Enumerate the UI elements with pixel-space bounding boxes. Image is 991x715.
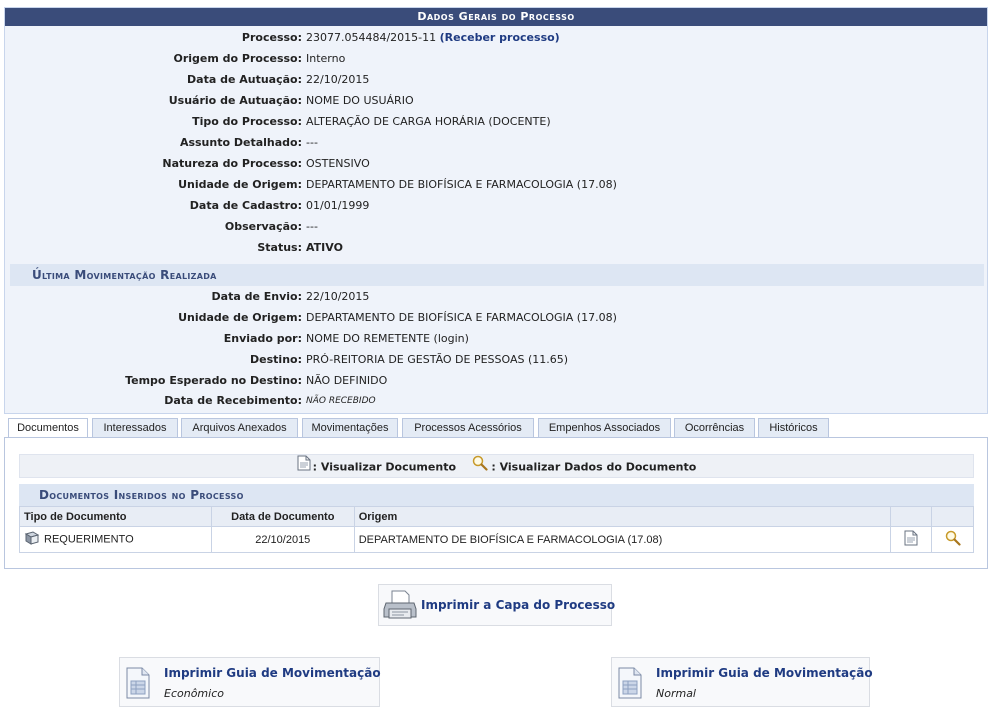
field-status: Status: ATIVO <box>5 238 987 258</box>
view-document-data-button[interactable] <box>931 526 974 553</box>
col-data-documento: Data de Documento <box>210 506 355 527</box>
document-icon <box>126 667 150 702</box>
field-value: DEPARTAMENTO DE BIOFÍSICA E FARMACOLOGIA… <box>306 311 617 324</box>
field-processo: Processo: 23077.054484/2015-11 (Receber … <box>5 28 987 48</box>
field-label: Observação: <box>224 220 302 233</box>
field-label: Enviado por: <box>223 332 302 345</box>
field-label: Tempo Esperado no Destino: <box>125 374 302 387</box>
field-label: Usuário de Autuação: <box>168 94 302 107</box>
field-enviado-por: Enviado por: NOME DO REMETENTE (login) <box>5 329 987 349</box>
field-label: Natureza do Processo: <box>162 157 302 170</box>
tab-interessados[interactable]: Interessados <box>92 418 178 438</box>
print-guide-type: Normal <box>656 687 696 700</box>
field-label: Data de Recebimento: <box>164 394 302 407</box>
cell-data: 22/10/2015 <box>210 526 355 553</box>
field-tipo-processo: Tipo do Processo: ALTERAÇÃO DE CARGA HOR… <box>5 112 987 132</box>
field-label: Data de Cadastro: <box>189 199 302 212</box>
process-number: 23077.054484/2015-11 <box>306 31 437 44</box>
tab-documentos[interactable]: Documentos <box>8 418 88 439</box>
field-label: Status: <box>257 241 302 254</box>
print-guide-economico-button[interactable]: Imprimir Guia de Movimentação Econômico <box>119 657 381 707</box>
field-natureza: Natureza do Processo: OSTENSIVO <box>5 154 987 174</box>
field-value: --- <box>306 220 318 233</box>
table-row: REQUERIMENTO 22/10/2015 DEPARTAMENTO DE … <box>19 526 974 553</box>
magnifier-icon <box>944 530 962 549</box>
col-tipo-documento: Tipo de Documento <box>19 506 212 527</box>
field-value: --- <box>306 136 318 149</box>
documents-tab-panel: : Visualizar Documento : Visualizar Dado… <box>4 437 988 569</box>
field-value: 23077.054484/2015-11 (Receber processo) <box>306 28 560 48</box>
field-value: PRÓ-REITORIA DE GESTÃO DE PESSOAS (11.65… <box>306 353 569 366</box>
col-action-view <box>890 506 932 527</box>
field-usuario-autuacao: Usuário de Autuação: NOME DO USUÁRIO <box>5 91 987 111</box>
view-document-button[interactable] <box>890 526 932 553</box>
field-label: Unidade de Origem: <box>178 178 302 191</box>
tab-movimentacoes[interactable]: Movimentações <box>302 418 398 438</box>
print-guide-label: Imprimir Guia de Movimentação <box>656 666 873 680</box>
field-value: NÃO RECEBIDO <box>306 396 376 406</box>
table-header-row: Tipo de Documento Data de Documento Orig… <box>19 506 974 527</box>
document-icon <box>297 455 311 480</box>
field-unidade-origem: Unidade de Origem: DEPARTAMENTO DE BIOFÍ… <box>5 175 987 195</box>
field-value: DEPARTAMENTO DE BIOFÍSICA E FARMACOLOGIA… <box>306 178 617 191</box>
print-guide-label: Imprimir Guia de Movimentação <box>164 666 381 680</box>
col-action-data <box>931 506 974 527</box>
field-label: Destino: <box>250 353 302 366</box>
field-value: 01/01/1999 <box>306 199 370 212</box>
documents-table: Tipo de Documento Data de Documento Orig… <box>19 506 974 553</box>
field-label: Data de Autuação: <box>187 73 302 86</box>
tab-arquivos-anexados[interactable]: Arquivos Anexados <box>181 418 298 438</box>
field-data-autuacao: Data de Autuação: 22/10/2015 <box>5 70 987 90</box>
col-origem: Origem <box>353 506 892 527</box>
status-badge: ATIVO <box>306 241 343 254</box>
cell-origem: DEPARTAMENTO DE BIOFÍSICA E FARMACOLOGIA… <box>353 526 892 553</box>
doc-type: REQUERIMENTO <box>44 533 134 546</box>
printer-icon <box>383 589 417 624</box>
tab-historicos[interactable]: Históricos <box>758 418 829 438</box>
field-data-recebimento: Data de Recebimento: NÃO RECEBIDO <box>5 391 987 411</box>
field-assunto: Assunto Detalhado: --- <box>5 133 987 153</box>
field-tempo-esperado: Tempo Esperado no Destino: NÃO DEFINIDO <box>5 371 987 391</box>
process-info-panel: Dados Gerais do Processo Processo: 23077… <box>4 7 988 414</box>
book-icon <box>24 531 40 548</box>
document-icon <box>904 530 918 549</box>
field-data-cadastro: Data de Cadastro: 01/01/1999 <box>5 196 987 216</box>
tab-processos-acessorios[interactable]: Processos Acessórios <box>402 418 534 438</box>
cell-tipo: REQUERIMENTO <box>19 526 212 553</box>
field-data-envio: Data de Envio: 22/10/2015 <box>5 287 987 307</box>
print-cover-button[interactable]: Imprimir a Capa do Processo <box>378 584 616 626</box>
last-movement-heading: Última Movimentação Realizada <box>10 264 984 286</box>
field-value: Interno <box>306 52 346 65</box>
field-value: NOME DO USUÁRIO <box>306 94 414 107</box>
documents-heading: Documentos Inseridos no Processo <box>19 484 974 506</box>
field-value: NÃO DEFINIDO <box>306 374 388 387</box>
field-observacao: Observação: --- <box>5 217 987 237</box>
print-guide-normal-button[interactable]: Imprimir Guia de Movimentação Normal <box>611 657 873 707</box>
field-origem: Origem do Processo: Interno <box>5 49 987 69</box>
field-mov-unidade-origem: Unidade de Origem: DEPARTAMENTO DE BIOFÍ… <box>5 308 987 328</box>
field-label: Unidade de Origem: <box>178 311 302 324</box>
print-guide-type: Econômico <box>164 687 224 700</box>
field-value: 22/10/2015 <box>306 290 370 303</box>
receive-process-link[interactable]: (Receber processo) <box>440 31 560 44</box>
field-label: Assunto Detalhado: <box>179 136 302 149</box>
field-label: Processo: <box>241 31 302 44</box>
panel-title: Dados Gerais do Processo <box>5 8 987 26</box>
field-label: Data de Envio: <box>211 290 302 303</box>
tab-ocorrencias[interactable]: Ocorrências <box>674 418 755 438</box>
field-value: OSTENSIVO <box>306 157 370 170</box>
magnifier-icon <box>471 455 489 480</box>
icon-legend: : Visualizar Documento : Visualizar Dado… <box>19 454 974 478</box>
field-label: Tipo do Processo: <box>192 115 302 128</box>
field-value: NOME DO REMETENTE (login) <box>306 332 469 345</box>
field-destino: Destino: PRÓ-REITORIA DE GESTÃO DE PESSO… <box>5 350 987 370</box>
legend-view-document-data: : Visualizar Dados do Documento <box>491 460 697 474</box>
tab-empenhos-associados[interactable]: Empenhos Associados <box>538 418 671 438</box>
field-value: 22/10/2015 <box>306 73 370 86</box>
document-icon <box>618 667 642 702</box>
legend-view-document: : Visualizar Documento <box>312 460 457 474</box>
field-label: Origem do Processo: <box>173 52 302 65</box>
field-value: ALTERAÇÃO DE CARGA HORÁRIA (DOCENTE) <box>306 115 551 128</box>
print-cover-label: Imprimir a Capa do Processo <box>421 598 616 612</box>
